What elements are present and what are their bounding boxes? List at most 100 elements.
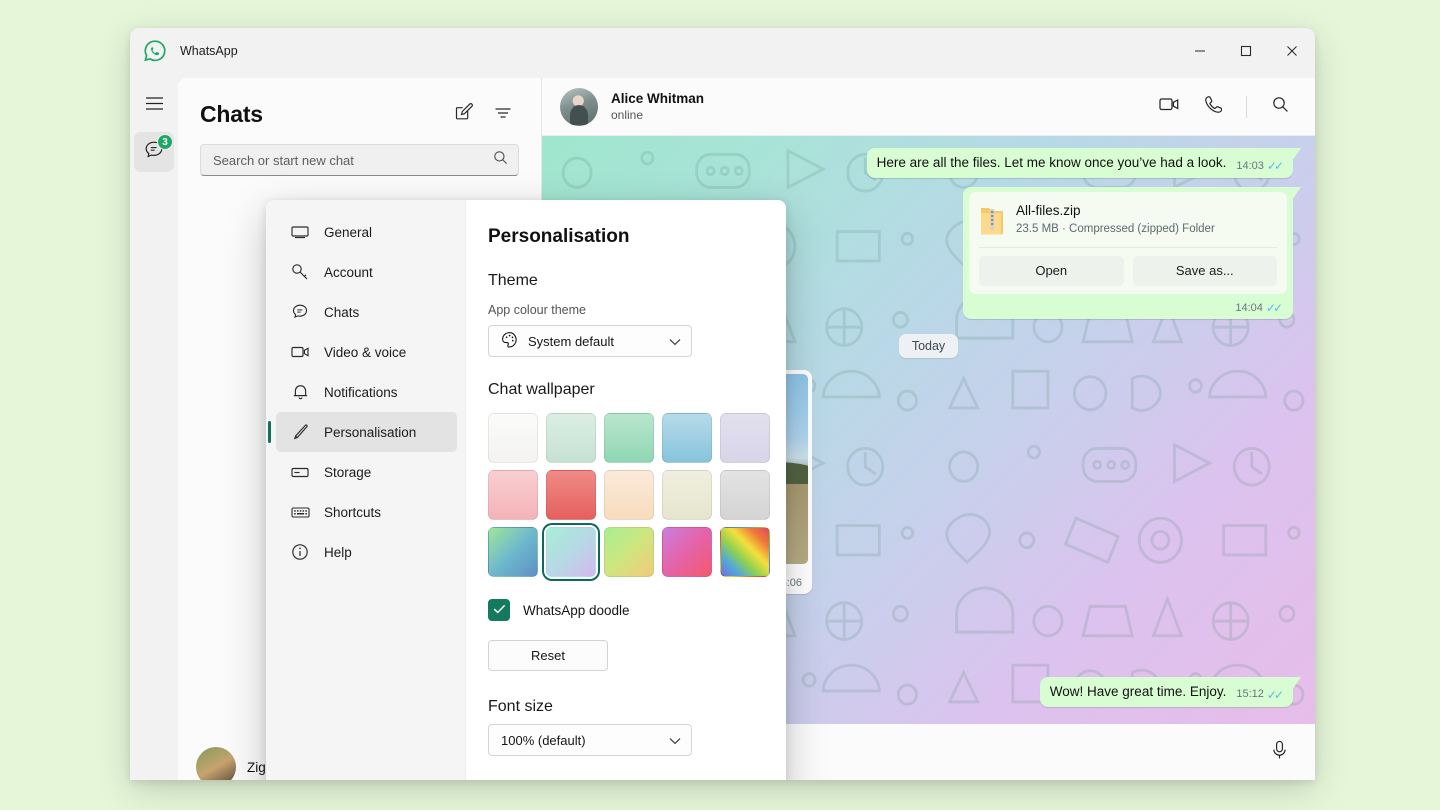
new-chat-button[interactable] — [447, 98, 479, 130]
voice-message-button[interactable] — [1261, 734, 1297, 770]
sidebar-item-label: Shortcuts — [324, 505, 381, 520]
swatch-red[interactable] — [546, 470, 596, 520]
swatch-white[interactable] — [488, 413, 538, 463]
settings-navigation: General Account Chats Video & voice — [266, 200, 466, 780]
reset-wallpaper-button[interactable]: Reset — [488, 640, 608, 671]
search-in-chat-button[interactable] — [1261, 88, 1299, 126]
chat-bubble-icon — [290, 303, 310, 321]
maximize-button[interactable] — [1223, 28, 1269, 74]
swatch-green-blue[interactable] — [488, 527, 538, 577]
file-card: All-files.zip 23.5 MB · Compressed (zipp… — [969, 192, 1287, 294]
sidebar-item-label: Video & voice — [324, 345, 406, 360]
swatch-magenta[interactable] — [662, 527, 712, 577]
swatch-grey[interactable] — [720, 470, 770, 520]
swatch-mint[interactable] — [546, 413, 596, 463]
video-call-icon — [1159, 96, 1180, 117]
storage-drive-icon — [290, 466, 310, 479]
sidebar-item-chats[interactable]: Chats — [276, 292, 457, 332]
swatch-green[interactable] — [604, 413, 654, 463]
hamburger-menu-button[interactable] — [134, 86, 174, 126]
chat-list-actions — [447, 98, 519, 130]
doodle-label: WhatsApp doodle — [523, 603, 630, 618]
app-colour-theme-dropdown[interactable]: System default — [488, 325, 692, 357]
swatch-lavender[interactable] — [720, 413, 770, 463]
message-text: Wow! Have great time. Enjoy. — [1050, 683, 1229, 701]
swatch-pink[interactable] — [488, 470, 538, 520]
window-controls — [1177, 28, 1315, 74]
font-size-section-title: Font size — [488, 698, 786, 716]
file-top: All-files.zip 23.5 MB · Compressed (zipp… — [979, 202, 1277, 238]
swatch-peach[interactable] — [604, 470, 654, 520]
settings-content: Personalisation Theme App colour theme S… — [466, 200, 786, 780]
search-in-chat-icon — [1272, 96, 1289, 118]
app-title: WhatsApp — [180, 44, 238, 58]
contact-avatar[interactable] — [560, 88, 598, 126]
sidebar-item-chats[interactable]: 3 — [134, 132, 174, 172]
file-meta-text: 23.5 MB · Compressed (zipped) Folder — [1016, 222, 1215, 238]
monitor-icon — [290, 225, 310, 239]
toolbar-divider — [1246, 96, 1247, 118]
conversation-actions — [1150, 88, 1299, 126]
sidebar-item-video-voice[interactable]: Video & voice — [276, 332, 457, 372]
message-meta: 14:03 ✓✓ — [1236, 158, 1284, 174]
message-bubble-outgoing[interactable]: Here are all the files. Let me know once… — [867, 148, 1293, 178]
sidebar-item-shortcuts[interactable]: Shortcuts — [276, 492, 457, 532]
app-colour-theme-value: System default — [528, 334, 614, 349]
page-title: Chats — [200, 101, 263, 128]
sidebar-item-storage[interactable]: Storage — [276, 452, 457, 492]
conversation-header: Alice Whitman online — [542, 78, 1315, 136]
message-bubble-file[interactable]: All-files.zip 23.5 MB · Compressed (zipp… — [963, 187, 1293, 319]
theme-section-title: Theme — [488, 272, 786, 290]
voice-call-icon — [1204, 95, 1222, 119]
conversation-peer[interactable]: Alice Whitman online — [611, 91, 704, 122]
swatch-sky[interactable] — [662, 413, 712, 463]
wallpaper-swatch-grid — [488, 413, 778, 577]
sidebar-item-label: Storage — [324, 465, 371, 480]
swatch-lime-peach[interactable] — [604, 527, 654, 577]
search-icon — [493, 150, 508, 170]
app-colour-theme-label: App colour theme — [488, 303, 786, 317]
save-as-button[interactable]: Save as... — [1133, 256, 1278, 286]
filter-chats-button[interactable] — [487, 98, 519, 130]
chats-unread-badge: 3 — [157, 134, 173, 150]
message-time: 14:04 — [1235, 301, 1263, 316]
hamburger-menu-icon — [145, 96, 164, 116]
font-size-dropdown[interactable]: 100% (default) — [488, 724, 692, 756]
message-time: 14:03 — [1236, 159, 1264, 174]
file-info: All-files.zip 23.5 MB · Compressed (zipp… — [1016, 202, 1215, 238]
sidebar-item-label: Account — [324, 265, 373, 280]
message-bubble-outgoing[interactable]: Wow! Have great time. Enjoy. 15:12 ✓✓ — [1040, 677, 1293, 707]
sidebar-item-help[interactable]: Help — [276, 532, 457, 572]
microphone-icon — [1271, 740, 1288, 765]
sidebar-item-notifications[interactable]: Notifications — [276, 372, 457, 412]
voice-call-button[interactable] — [1194, 88, 1232, 126]
whatsapp-doodle-row[interactable]: WhatsApp doodle — [488, 599, 786, 621]
keyboard-icon — [290, 506, 310, 519]
sidebar-item-personalisation[interactable]: Personalisation — [276, 412, 457, 452]
search-input[interactable] — [213, 153, 493, 168]
search-box[interactable] — [200, 144, 519, 176]
sidebar-item-label: Notifications — [324, 385, 398, 400]
doodle-checkbox[interactable] — [488, 599, 510, 621]
settings-page-title: Personalisation — [488, 226, 786, 248]
filter-icon — [494, 105, 512, 124]
navigation-rail: 3 — [130, 74, 178, 780]
compose-new-chat-icon — [454, 102, 473, 126]
swatch-rainbow[interactable] — [720, 527, 770, 577]
message-meta: 14:04 ✓✓ — [969, 294, 1287, 316]
swatch-teal-lilac[interactable] — [546, 527, 596, 577]
minimize-button[interactable] — [1177, 28, 1223, 74]
open-file-button[interactable]: Open — [979, 256, 1124, 286]
zip-folder-icon — [979, 204, 1005, 236]
sidebar-item-general[interactable]: General — [276, 212, 457, 252]
chat-list-rows: Ziggy Woodley 9:42 — [178, 176, 541, 186]
video-camera-icon — [290, 345, 310, 359]
peer-name: Alice Whitman — [611, 91, 704, 106]
swatch-cream[interactable] — [662, 470, 712, 520]
sidebar-item-account[interactable]: Account — [276, 252, 457, 292]
close-button[interactable] — [1269, 28, 1315, 74]
chevron-down-icon — [669, 733, 681, 748]
sidebar-item-label: General — [324, 225, 372, 240]
video-call-button[interactable] — [1150, 88, 1188, 126]
check-icon — [493, 601, 506, 619]
